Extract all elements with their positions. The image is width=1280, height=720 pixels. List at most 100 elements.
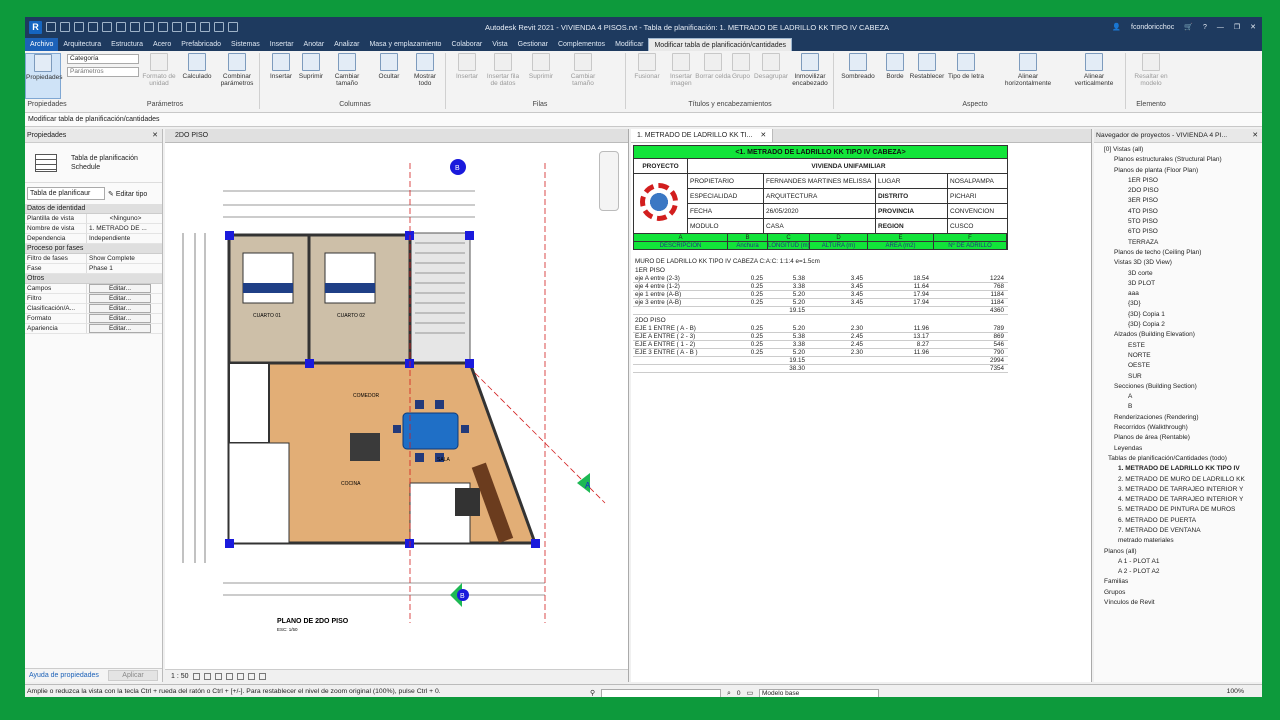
open-icon[interactable] xyxy=(46,22,56,32)
save-icon[interactable] xyxy=(60,22,70,32)
schedule-cell[interactable]: 2.30 xyxy=(809,349,867,356)
insert-data-row-button[interactable]: Insertar fila de datos xyxy=(485,53,521,97)
schedule-cell[interactable]: 8.27 xyxy=(867,341,933,348)
schedule-cell[interactable] xyxy=(633,307,727,314)
schedule-view[interactable]: 1. METRADO DE LADRILLO KK TI... ✕ <1. MET… xyxy=(631,129,1092,682)
align-horizontal-button[interactable]: Alinear horizontalmente xyxy=(997,53,1059,97)
schedule-cell[interactable]: 11.96 xyxy=(867,349,933,356)
schedule-cell[interactable]: 1224 xyxy=(933,275,1008,282)
tab-modificar[interactable]: Modificar xyxy=(610,38,648,51)
schedule-cell[interactable]: 0.25 xyxy=(727,291,767,298)
schedule-cell[interactable] xyxy=(867,307,933,314)
view-name-field[interactable]: 1. METRADO DE ... xyxy=(87,224,162,233)
unit-format-button[interactable]: Formato de unidad xyxy=(141,53,177,97)
instance-filter-dropdown[interactable]: Tabla de planificaur xyxy=(27,187,105,200)
shadows-icon[interactable] xyxy=(225,672,233,680)
table-row[interactable]: eje 3 entre (A-B) 0.25 5.20 3.45 17.94 1184 xyxy=(633,299,1008,307)
schedule-cell[interactable]: 5.20 xyxy=(767,325,809,332)
text-icon[interactable] xyxy=(158,22,168,32)
group-header[interactable]: 2DO PISO xyxy=(633,317,1008,325)
browser-item[interactable]: 6. METRADO DE PUERTA xyxy=(1096,516,1260,526)
schedule-cell[interactable] xyxy=(633,365,727,372)
restore-button[interactable]: ❐ xyxy=(1234,23,1240,31)
schedule-cell[interactable]: 5.38 xyxy=(767,275,809,282)
schedule-cell[interactable]: EJE 1 ENTRE ( A - B) xyxy=(633,325,727,332)
browser-item[interactable]: Vínculos de Revit xyxy=(1096,598,1260,608)
group-header[interactable]: 1ER PISO xyxy=(633,267,1008,275)
sun-path-icon[interactable] xyxy=(214,672,222,680)
edit-appearance-button[interactable]: Editar... xyxy=(89,324,151,333)
schedule-cell[interactable]: 768 xyxy=(933,283,1008,290)
schedule-cell[interactable]: 5.20 xyxy=(767,349,809,356)
close-button[interactable]: ✕ xyxy=(1250,23,1256,31)
tab-estructura[interactable]: Estructura xyxy=(106,38,148,51)
merge-button[interactable]: Fusionar xyxy=(629,53,665,97)
edit-type-button[interactable]: ✎ Editar tipo xyxy=(108,190,147,198)
table-row[interactable]: EJE 3 ENTRE ( A - B ) 0.25 5.20 2.30 11.96 79… xyxy=(633,349,1008,357)
schedule-cell[interactable]: eje 1 entre (A-B) xyxy=(633,291,727,298)
minimize-button[interactable]: — xyxy=(1217,24,1224,31)
schedule-cell[interactable]: 11.64 xyxy=(867,283,933,290)
schedule-cell[interactable]: 0.25 xyxy=(727,275,767,282)
tab-masa[interactable]: Masa y emplazamiento xyxy=(364,38,446,51)
browser-item[interactable]: 7. METRADO DE VENTANA xyxy=(1096,526,1260,536)
schedule-cell[interactable] xyxy=(809,307,867,314)
schedule-cell[interactable]: 38.30 xyxy=(767,365,809,372)
schedule-cell[interactable]: 3.45 xyxy=(809,283,867,290)
col-header[interactable]: AREA (m2) xyxy=(868,242,934,249)
schedule-cell[interactable]: EJE 3 ENTRE ( A - B ) xyxy=(633,349,727,356)
phase-field[interactable]: Phase 1 xyxy=(87,264,162,273)
edit-fields-button[interactable]: Editar... xyxy=(89,284,151,293)
browser-item[interactable]: 2DO PISO xyxy=(1096,186,1260,196)
edit-format-button[interactable]: Editar... xyxy=(89,314,151,323)
schedule-cell[interactable]: 0.25 xyxy=(727,341,767,348)
schedule-cell[interactable]: 1184 xyxy=(933,291,1008,298)
print-icon[interactable] xyxy=(116,22,126,32)
tab-prefabricado[interactable]: Prefabricado xyxy=(176,38,226,51)
schedule-title[interactable]: <1. METRADO DE LADRILLO KK TIPO IV CABEZ… xyxy=(633,145,1008,159)
col-header[interactable]: Anchura xyxy=(728,242,768,249)
properties-help-link[interactable]: Ayuda de propiedades xyxy=(29,669,99,682)
schedule-cell[interactable]: EJE A ENTRE ( 1 - 2) xyxy=(633,341,727,348)
schedule-cell[interactable]: 2.45 xyxy=(809,333,867,340)
thin-lines-icon[interactable] xyxy=(200,22,210,32)
delete-column-button[interactable]: Suprimir xyxy=(293,53,329,97)
measure-icon[interactable] xyxy=(130,22,140,32)
browser-item[interactable]: 3D corte xyxy=(1096,269,1260,279)
properties-button[interactable]: Propiedades xyxy=(25,53,63,99)
elevation-marker-a[interactable]: A xyxy=(577,473,591,493)
table-row[interactable]: eje A entre (2-3) 0.25 5.38 3.45 18.54 1224 xyxy=(633,275,1008,283)
browser-item[interactable]: Renderizaciones (Rendering) xyxy=(1096,413,1260,423)
reset-button[interactable]: Restablecer xyxy=(907,53,947,97)
browser-item[interactable]: 6TO PISO xyxy=(1096,227,1260,237)
schedule-cell[interactable]: 0.25 xyxy=(727,283,767,290)
tab-archivo[interactable]: Archivo xyxy=(25,38,59,51)
col-header[interactable]: LONGITUD (m) xyxy=(768,242,810,249)
browser-item[interactable]: 3. METRADO DE TARRAJEO INTERIOR Y xyxy=(1096,485,1260,495)
schedule-cell[interactable]: eje 4 entre (1-2) xyxy=(633,283,727,290)
zoom-icon[interactable]: ⌕ xyxy=(727,687,731,697)
col-header[interactable]: ALTURA (m) xyxy=(810,242,868,249)
browser-item[interactable]: Planos de techo (Ceiling Plan) xyxy=(1096,248,1260,258)
schedule-cell[interactable]: 3.45 xyxy=(809,291,867,298)
tab-sistemas[interactable]: Sistemas xyxy=(226,38,265,51)
3d-view-icon[interactable] xyxy=(172,22,182,32)
schedule-cell[interactable]: 17.94 xyxy=(867,299,933,306)
schedule-cell[interactable]: 5.38 xyxy=(767,333,809,340)
schedule-cell[interactable] xyxy=(633,357,727,364)
table-row[interactable]: EJE 1 ENTRE ( A - B) 0.25 5.20 2.30 11.96 789 xyxy=(633,325,1008,333)
user-icon[interactable]: 👤 xyxy=(1112,23,1121,31)
browser-item[interactable]: 3ER PISO xyxy=(1096,196,1260,206)
schedule-cell[interactable]: 18.54 xyxy=(867,275,933,282)
combine-params-button[interactable]: Combinar parámetros xyxy=(217,53,257,97)
project-name[interactable]: VIVIENDA UNIFAMILIAR xyxy=(688,159,1008,173)
schedule-cell[interactable]: 0.25 xyxy=(727,333,767,340)
table-row[interactable]: eje 4 entre (1-2) 0.25 3.38 3.45 11.64 768 xyxy=(633,283,1008,291)
close-hidden-icon[interactable] xyxy=(214,22,224,32)
resize-column-button[interactable]: Cambiar tamaño xyxy=(325,53,369,97)
show-all-button[interactable]: Mostrar todo xyxy=(407,53,443,97)
browser-item[interactable]: metrado materiales xyxy=(1096,536,1260,546)
browser-item[interactable]: ESTE xyxy=(1096,341,1260,351)
schedule-cell[interactable] xyxy=(727,357,767,364)
tab-gestionar[interactable]: Gestionar xyxy=(513,38,553,51)
